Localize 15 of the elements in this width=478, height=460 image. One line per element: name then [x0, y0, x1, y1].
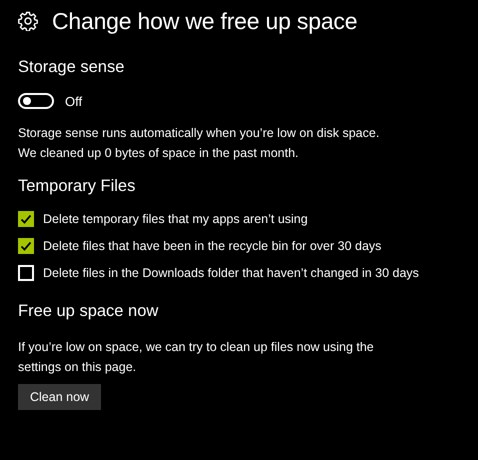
section-heading: Storage sense — [18, 58, 126, 77]
checkbox-label: Delete files that have been in the recycle bin for over 30 days — [43, 238, 382, 255]
section-heading: Free up space now — [18, 302, 160, 321]
toggle-switch[interactable] — [18, 93, 54, 109]
clean-now-button[interactable]: Clean now — [18, 384, 102, 410]
checkbox-label: Delete temporary files that my apps aren’t using — [43, 211, 309, 228]
page-title: Change how we free up space — [52, 8, 358, 34]
toggle-label: Off — [65, 94, 82, 108]
checkbox-label: Delete files in the Downloads folder that haven’t changed in 30 days — [43, 265, 420, 282]
description-text: Storage sense runs automatically when you’re low on disk space. We cleaned up 0 bytes of space in the past month. — [18, 125, 380, 162]
settings-icon — [18, 11, 38, 31]
checkbox[interactable] — [18, 238, 34, 254]
section-heading: Temporary Files — [18, 177, 136, 196]
checkbox[interactable] — [18, 211, 34, 227]
description-text: If you’re low on space, we can try to clean up files now using the settings on this page. — [18, 339, 375, 376]
